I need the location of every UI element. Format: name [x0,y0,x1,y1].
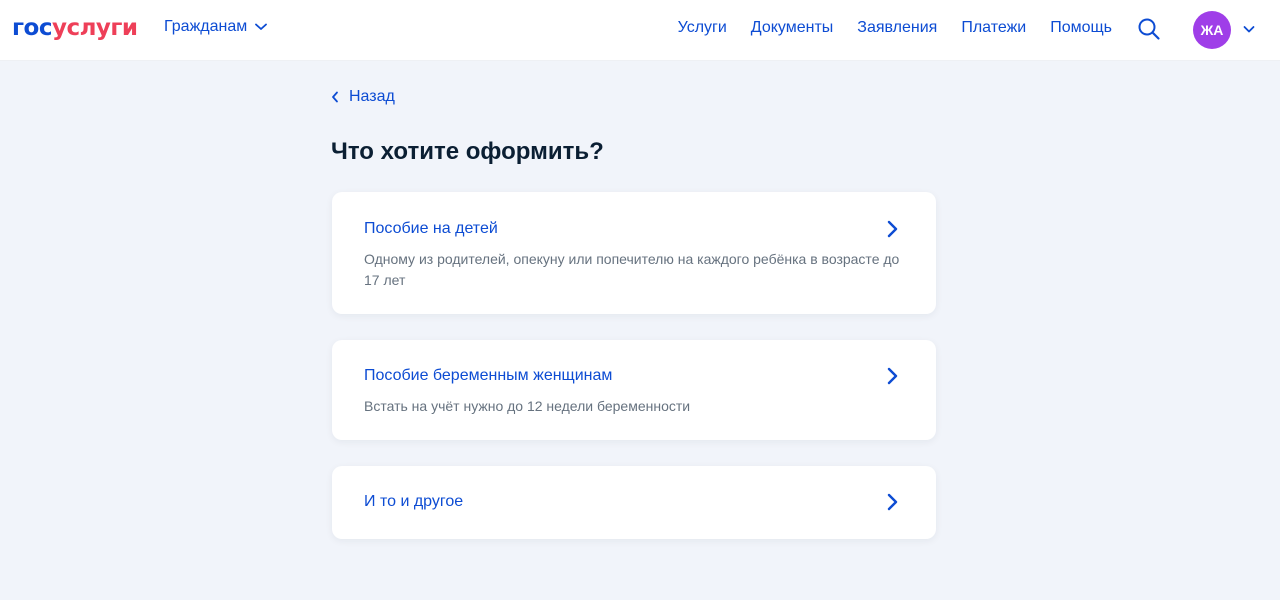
nav-payments[interactable]: Платежи [961,18,1026,38]
option-card-both[interactable]: И то и другое [332,466,936,539]
option-title: Пособие беременным женщинам [364,367,613,384]
option-title: И то и другое [364,493,464,510]
nav-applications[interactable]: Заявления [857,18,937,38]
logo-part-gos: гос [12,15,52,41]
nav-help[interactable]: Помощь [1050,18,1112,38]
option-title: Пособие на детей [364,220,498,237]
option-description: Встать на учёт нужно до 12 недели береме… [364,398,691,414]
main-nav: Услуги Документы Заявления Платежи Помощ… [678,18,1112,38]
option-card-pregnancy-benefit[interactable]: Пособие беременным женщинам Встать на уч… [332,340,936,440]
chevron-down-icon[interactable] [1242,22,1256,36]
gosuslugi-logo[interactable]: госуслуги [12,14,138,42]
audience-selector[interactable]: Гражданам [164,18,268,36]
page-title: Что хотите оформить? [331,138,604,165]
top-header: госуслуги Гражданам Услуги Документы Зая… [0,0,1280,61]
chevron-down-icon [255,23,268,30]
avatar-initials: ЖА [1200,22,1224,38]
chevron-left-icon [332,91,338,103]
chevron-right-icon [887,220,898,238]
nav-services[interactable]: Услуги [678,18,727,38]
audience-label: Гражданам [164,18,248,35]
nav-documents[interactable]: Документы [751,18,833,38]
option-card-children-benefit[interactable]: Пособие на детей Одному из родителей, оп… [332,192,936,314]
option-description: Одному из родителей, опекуну или попечит… [364,251,900,288]
chevron-right-icon [887,367,898,385]
back-label: Назад [349,88,395,105]
back-link[interactable]: Назад [331,88,395,106]
avatar[interactable]: ЖА [1193,11,1231,49]
search-icon[interactable] [1137,17,1161,41]
chevron-right-icon [887,493,898,511]
logo-part-uslugi: услуги [51,15,138,41]
